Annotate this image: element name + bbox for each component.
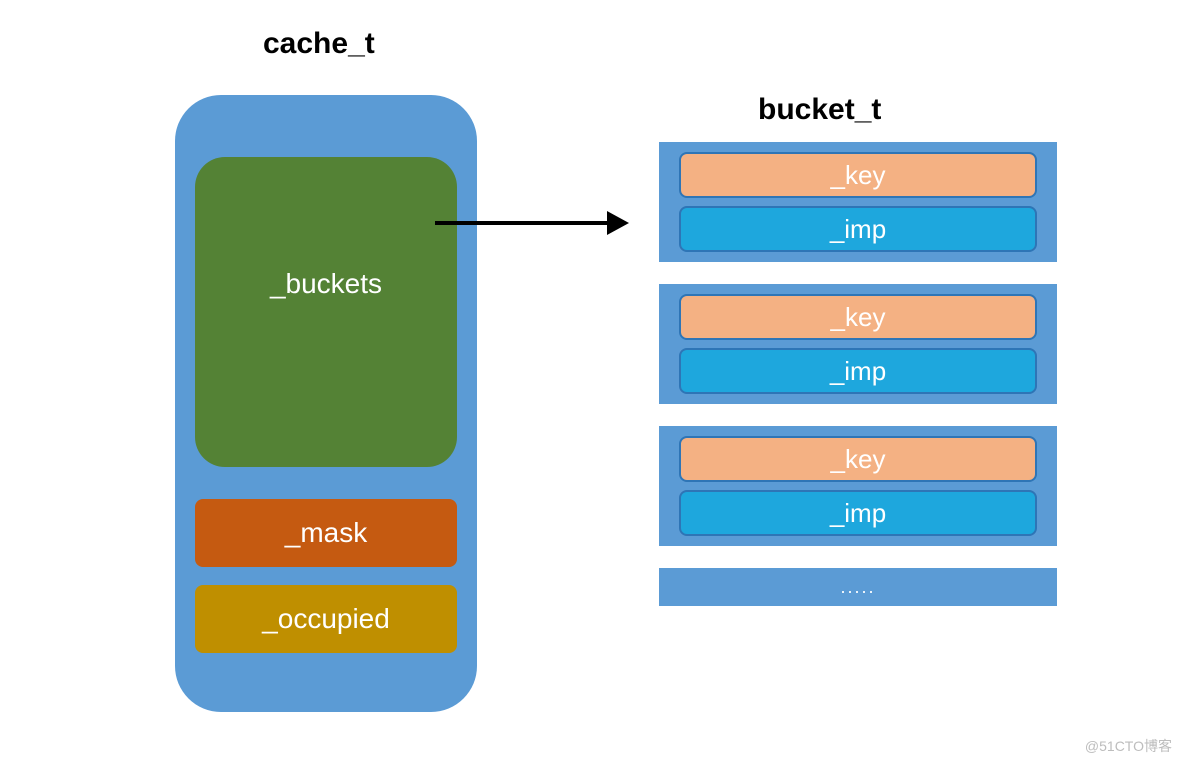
occupied-field-label: _occupied bbox=[262, 603, 390, 635]
watermark-text: @51CTO博客 bbox=[1085, 736, 1172, 756]
buckets-field-box: _buckets bbox=[195, 157, 457, 467]
bucket-entry: _key _imp bbox=[659, 142, 1057, 262]
bucket-imp-row: _imp bbox=[679, 490, 1037, 536]
mask-field-label: _mask bbox=[285, 517, 367, 549]
bucket-key-row: _key bbox=[679, 436, 1037, 482]
occupied-field-box: _occupied bbox=[195, 585, 457, 653]
bucket-ellipsis-box: ..... bbox=[659, 568, 1057, 606]
mask-field-box: _mask bbox=[195, 499, 457, 567]
bucket-key-row: _key bbox=[679, 152, 1037, 198]
bucket-key-row: _key bbox=[679, 294, 1037, 340]
cache-struct-box: _buckets _mask _occupied bbox=[175, 95, 477, 712]
bucket-imp-row: _imp bbox=[679, 206, 1037, 252]
cache-title: cache_t bbox=[263, 27, 375, 61]
bucket-entry: _key _imp bbox=[659, 426, 1057, 546]
bucket-title: bucket_t bbox=[758, 93, 881, 127]
pointer-arrow-icon bbox=[435, 221, 625, 225]
buckets-field-label: _buckets bbox=[270, 268, 382, 300]
bucket-entry: _key _imp bbox=[659, 284, 1057, 404]
bucket-imp-row: _imp bbox=[679, 348, 1037, 394]
bucket-list: _key _imp _key _imp _key _imp ..... bbox=[659, 142, 1057, 606]
